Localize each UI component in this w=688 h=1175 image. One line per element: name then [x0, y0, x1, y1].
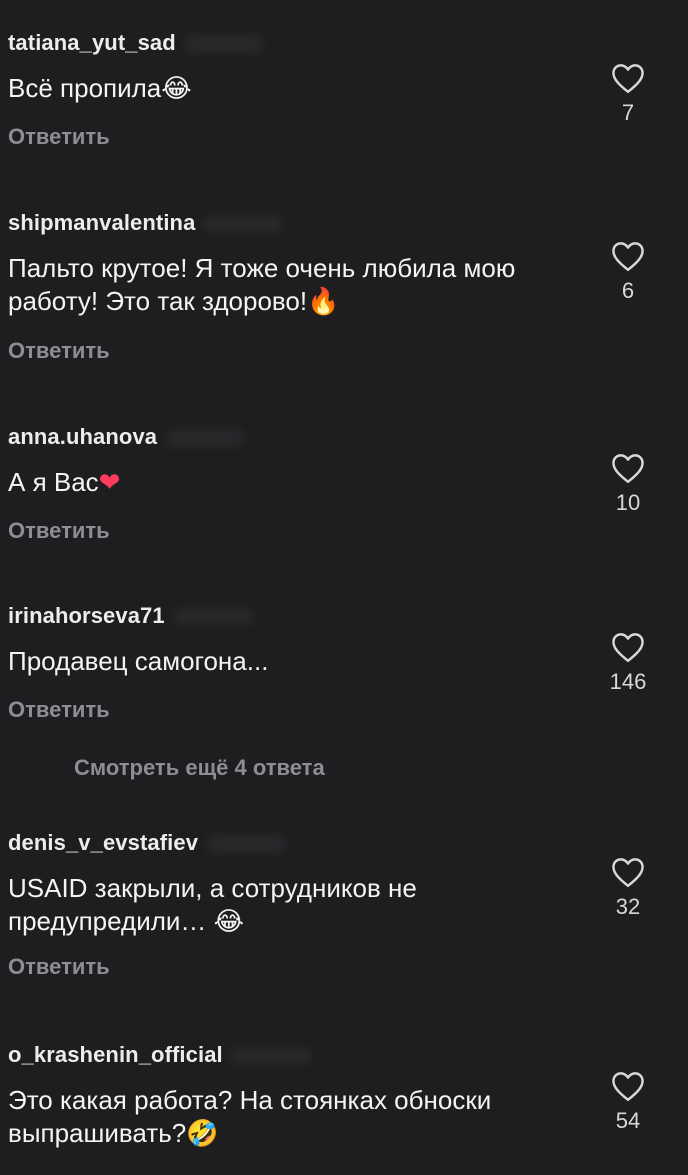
like-button[interactable]: 10 [608, 452, 648, 516]
comments-list: tatiana_yut_sad Всё пропила😂 Ответить 7 … [0, 0, 688, 1175]
comment-username[interactable]: anna.uhanova [8, 424, 246, 450]
heart-outline-icon [612, 633, 644, 663]
like-button[interactable]: 7 [608, 62, 648, 126]
username-blurred-suffix [165, 429, 246, 448]
reply-button[interactable]: Ответить [8, 338, 110, 364]
rolling-laughing-emoji-icon: 🤣 [186, 1119, 219, 1149]
like-button[interactable]: 146 [608, 631, 648, 695]
like-count: 146 [609, 669, 647, 694]
comment-text: Это какая работа? На стоянках обноски вы… [8, 1085, 492, 1149]
like-count: 7 [621, 100, 635, 125]
laughing-emoji-icon: 😂 [161, 74, 192, 104]
reply-button[interactable]: Ответить [8, 124, 110, 150]
view-more-replies-button[interactable]: Смотреть ещё 4 ответа [74, 755, 325, 781]
username-blurred-suffix [172, 608, 253, 627]
fire-emoji-icon: 🔥 [307, 287, 340, 317]
comment-username[interactable]: tatiana_yut_sad [8, 30, 264, 56]
reply-button[interactable]: Ответить [8, 518, 110, 544]
like-button[interactable]: 6 [608, 240, 648, 304]
laughing-emoji-icon: 😂 [213, 907, 245, 937]
comment-username[interactable]: denis_v_evstafiev [8, 830, 287, 856]
comment-username[interactable]: irinahorseva71 [8, 603, 253, 629]
username-blurred-suffix [203, 215, 284, 234]
username-blurred-suffix [206, 835, 287, 854]
comment-text: Продавец самогона... [8, 646, 269, 676]
comment-text: USAID закрыли, а сотрудников не предупре… [8, 873, 417, 937]
heart-outline-icon [612, 1072, 644, 1102]
like-button[interactable]: 32 [608, 856, 648, 920]
comment-text: Пальто крутое! Я тоже очень любила мою р… [8, 253, 516, 317]
heart-outline-icon [612, 858, 644, 888]
like-count: 32 [615, 894, 641, 919]
like-count: 54 [615, 1108, 641, 1133]
username-blurred-suffix [183, 35, 264, 54]
username-blurred-suffix [230, 1047, 311, 1066]
heart-outline-icon [612, 242, 644, 272]
heart-outline-icon [612, 64, 644, 94]
comment-text: Всё пропила😂 [8, 73, 192, 104]
comment-username[interactable]: o_krashenin_official [8, 1042, 311, 1068]
like-count: 6 [621, 278, 635, 303]
comment-username[interactable]: shipmanvalentina [8, 210, 284, 236]
comment-text: А я Вас❤ [8, 467, 121, 498]
like-count: 10 [615, 490, 641, 515]
like-button[interactable]: 54 [608, 1070, 648, 1134]
red-heart-emoji-icon: ❤ [98, 468, 121, 498]
heart-outline-icon [612, 454, 644, 484]
reply-button[interactable]: Ответить [8, 954, 110, 980]
reply-button[interactable]: Ответить [8, 697, 110, 723]
